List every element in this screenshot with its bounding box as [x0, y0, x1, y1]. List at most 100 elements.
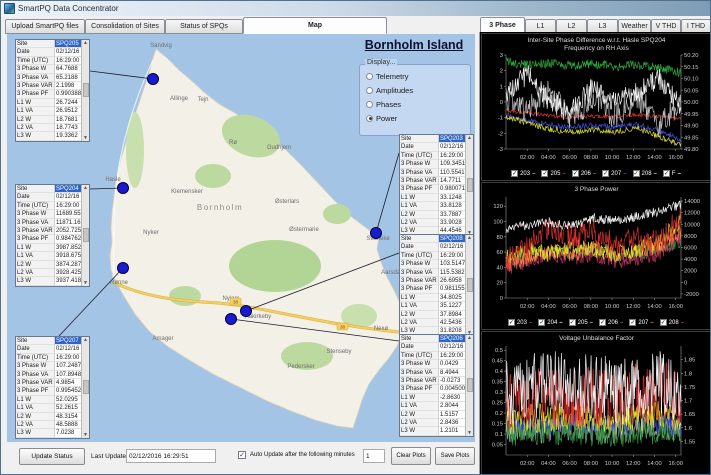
row-value: 4.9854	[55, 379, 82, 387]
legend-checkbox-205[interactable]: ✓	[541, 170, 548, 177]
radio-telemetry[interactable]	[366, 73, 373, 80]
table-scrollbar[interactable]: ▲▼	[81, 337, 89, 438]
tab-map[interactable]: Map	[243, 17, 387, 34]
legend-label: F	[672, 171, 676, 177]
legend-color-dash: –	[620, 320, 623, 326]
site-marker-SPQ206[interactable]	[226, 314, 237, 325]
svg-text:4000: 4000	[684, 257, 697, 263]
row-label: 3 Phase VAR	[400, 177, 439, 185]
scroll-up-icon[interactable]: ▲	[467, 135, 472, 141]
legend-checkbox-207[interactable]: ✓	[629, 319, 636, 326]
row-value: 33.1248	[439, 194, 466, 202]
table-scrollbar[interactable]: ▲▼	[465, 235, 473, 336]
row-value: SPQ208	[439, 235, 466, 243]
site-marker-SPQ205[interactable]	[148, 74, 159, 85]
row-value: 11871.1668	[55, 219, 82, 227]
table-row: Date02/12/16	[16, 48, 89, 56]
legend-checkbox-203[interactable]: ✓	[511, 170, 518, 177]
legend-checkbox-208[interactable]: ✓	[633, 170, 640, 177]
legend-checkbox-204[interactable]: ✓	[538, 319, 545, 326]
display-option-phases[interactable]: Phases	[364, 97, 468, 111]
site-marker-SPQ207[interactable]	[118, 263, 129, 274]
table-row: 3 Phase VAR-0.0273	[400, 377, 473, 385]
legend-item-205: ✓205–	[569, 319, 593, 326]
radio-label: Amplitudes	[376, 86, 413, 95]
minutes-field[interactable]	[363, 449, 385, 463]
legend-checkbox-205[interactable]: ✓	[569, 319, 576, 326]
place-label-nyker: Nyker	[143, 230, 159, 236]
scroll-thumb[interactable]	[467, 378, 473, 392]
row-label: L3 W	[16, 429, 55, 437]
row-value: 35.1227	[439, 302, 466, 310]
scroll-up-icon[interactable]: ▲	[467, 335, 472, 341]
svg-text:02:00: 02:00	[520, 461, 535, 467]
scroll-up-icon[interactable]: ▲	[83, 40, 88, 46]
svg-text:0.3: 0.3	[495, 390, 503, 396]
site-marker-SPQ203[interactable]	[371, 228, 382, 239]
svg-text:1.75: 1.75	[684, 385, 695, 391]
scroll-down-icon[interactable]: ▼	[467, 430, 472, 436]
row-value: 0.981155	[439, 285, 466, 293]
site-table-SPQ206: SiteSPQ206Date02/12/16Time (UTC)16:29:00…	[399, 334, 474, 437]
site-marker-SPQ204[interactable]	[118, 183, 129, 194]
road-shield-label: 38	[340, 325, 346, 330]
legend-checkbox-207[interactable]: ✓	[602, 170, 609, 177]
scroll-thumb[interactable]	[83, 228, 89, 242]
svg-text:16:00: 16:00	[668, 304, 683, 310]
row-label: 3 Phase VAR	[400, 277, 439, 285]
radio-phases[interactable]	[366, 101, 373, 108]
scroll-down-icon[interactable]: ▼	[83, 135, 88, 141]
radio-amplitudes[interactable]	[366, 87, 373, 94]
save-plots-button[interactable]: Save Plots	[435, 447, 475, 465]
table-row: 3 Phase PF0.981155	[400, 285, 473, 293]
site-marker-SPQ208[interactable]	[241, 306, 252, 317]
place-label-østermarie: Østermarie	[289, 227, 319, 233]
tab-status-of-spqs[interactable]: Status of SPQs	[165, 19, 243, 34]
radio-label: Phases	[376, 100, 401, 109]
legend-label: 207	[638, 320, 648, 326]
scroll-thumb[interactable]	[83, 83, 89, 97]
display-option-telemetry[interactable]: Telemetry	[364, 69, 468, 83]
auto-update-checkbox[interactable]: ✓	[238, 451, 246, 459]
table-row: 3 Phase PF0.995452	[16, 387, 89, 395]
table-scrollbar[interactable]: ▲▼	[81, 40, 89, 141]
update-status-button[interactable]: Update Status	[19, 448, 85, 465]
table-row: L3 W19.3362	[16, 132, 89, 140]
display-option-amplitudes[interactable]: Amplitudes	[364, 83, 468, 97]
tab-consolidation-of-sites[interactable]: Consolidation of Sites	[85, 19, 165, 34]
svg-text:1.85: 1.85	[684, 358, 695, 364]
map-panel: SandvigAllingeTejnRøGudhjemHasleKlemensk…	[7, 34, 475, 442]
table-row: L1 VA33.8128	[400, 202, 473, 210]
row-label: Site	[400, 335, 439, 343]
window-title: SmartPQ Data Concentrator	[18, 4, 118, 13]
last-update-field[interactable]	[126, 449, 216, 463]
radio-power[interactable]	[366, 115, 373, 122]
scroll-thumb[interactable]	[467, 278, 473, 292]
clear-plots-button[interactable]: Clear Plots	[391, 447, 431, 465]
table-row: 3 Phase VA110.5541	[400, 169, 473, 177]
legend-checkbox-208[interactable]: ✓	[660, 319, 667, 326]
table-scrollbar[interactable]: ▲▼	[465, 335, 473, 436]
display-option-power[interactable]: Power	[364, 111, 468, 125]
table-scrollbar[interactable]: ▲▼	[465, 135, 473, 236]
table-row: 3 Phase W107.2487	[16, 362, 89, 370]
row-label: L2 VA	[400, 419, 439, 427]
scroll-thumb[interactable]	[467, 178, 473, 192]
legend-checkbox-206[interactable]: ✓	[572, 170, 579, 177]
row-label: Time (UTC)	[16, 354, 55, 362]
scroll-up-icon[interactable]: ▲	[467, 235, 472, 241]
scroll-thumb[interactable]	[83, 380, 89, 394]
row-label: L1 VA	[16, 107, 55, 115]
scroll-up-icon[interactable]: ▲	[83, 185, 88, 191]
chart-1-legend: ✓203–✓205–✓206–✓207–✓208–✓F–	[482, 167, 710, 180]
legend-color-dash: –	[623, 171, 626, 177]
scroll-down-icon[interactable]: ▼	[83, 432, 88, 438]
scroll-up-icon[interactable]: ▲	[83, 337, 88, 343]
connector-line-SPQ205	[90, 71, 153, 79]
legend-checkbox-F[interactable]: ✓	[663, 170, 670, 177]
legend-checkbox-203[interactable]: ✓	[508, 319, 515, 326]
table-scrollbar[interactable]: ▲▼	[81, 185, 89, 286]
scroll-down-icon[interactable]: ▼	[83, 280, 88, 286]
legend-checkbox-206[interactable]: ✓	[599, 319, 606, 326]
tab-upload-smartpq-files[interactable]: Upload SmartPQ files	[5, 19, 85, 34]
